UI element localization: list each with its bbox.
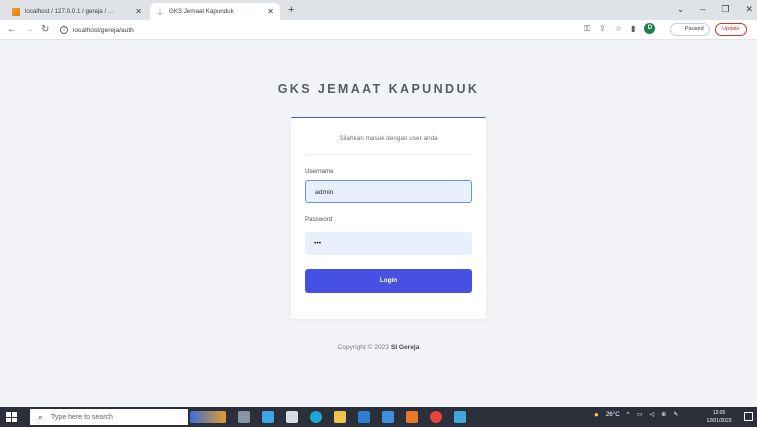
login-card: Silahkan masuk dengan user anda Username… — [291, 117, 486, 319]
forward-arrow-icon[interactable]: → — [24, 22, 34, 38]
chevron-down-icon[interactable]: ⌄ — [677, 2, 685, 16]
tab-gks-jemaat[interactable]: ⍊ GKS Jemaat Kapunduk ✕ — [150, 3, 280, 20]
network-icon[interactable]: ⊕ — [661, 411, 666, 418]
star-icon[interactable]: ☆ — [615, 24, 622, 33]
address-bar[interactable]: i localhost/gereja/auth — [60, 22, 620, 38]
key-icon[interactable]: ⚿ — [584, 24, 590, 34]
restore-icon[interactable]: ❐ — [721, 2, 729, 16]
volume-icon[interactable]: ◁ — [649, 411, 654, 418]
chevron-up-icon[interactable]: ^ — [627, 411, 630, 418]
search-placeholder: Type here to search — [51, 413, 113, 421]
task-view-icon[interactable] — [238, 411, 250, 423]
search-icon: ⌕ — [38, 411, 44, 422]
tab-phpmyadmin[interactable]: localhost / 127.0.0.1 / gereja / ... ✕ — [6, 3, 148, 20]
divider — [305, 154, 472, 155]
app-icon[interactable] — [406, 411, 418, 423]
edge-icon[interactable] — [310, 411, 322, 423]
url-text: localhost/gereja/auth — [73, 26, 134, 34]
file-explorer-icon[interactable] — [334, 411, 346, 423]
close-window-icon[interactable]: ✕ — [745, 2, 753, 16]
reload-icon[interactable]: ↻ — [41, 22, 49, 38]
new-tab-button[interactable]: + — [288, 3, 294, 17]
password-input[interactable]: ••• — [305, 232, 472, 255]
weather-text: 26°C — [605, 411, 620, 418]
update-button[interactable]: Update — [715, 23, 747, 36]
clock-date: 12/01/2023 — [706, 418, 732, 424]
toolbar-icons: ⚿ ⇪ ☆ ▮ D — [584, 23, 656, 34]
browser-toolbar: ← → ↻ i localhost/gereja/auth ⚿ ⇪ ☆ ▮ D … — [0, 20, 757, 40]
window-controls: ⌄ – ❐ ✕ — [677, 2, 753, 16]
app-icon[interactable] — [358, 411, 370, 423]
taskbar-apps — [190, 410, 478, 424]
weather-icon: ● — [594, 410, 599, 419]
login-button[interactable]: Login — [305, 269, 472, 293]
page-title: GKS JEMAAT KAPUNDUK — [277, 82, 480, 96]
chrome-icon[interactable] — [430, 411, 442, 423]
store-icon[interactable] — [262, 411, 274, 423]
username-input[interactable]: admin — [305, 180, 472, 203]
xampp-icon — [12, 7, 20, 16]
close-icon[interactable]: ✕ — [135, 7, 142, 16]
app-icon[interactable] — [286, 411, 298, 423]
back-arrow-icon[interactable]: ← — [7, 22, 17, 38]
weather-widget-icon[interactable] — [190, 411, 226, 423]
minimize-icon[interactable]: – — [700, 2, 705, 16]
clock[interactable]: 12:05 12/01/2023 — [700, 409, 738, 425]
close-icon[interactable]: ✕ — [267, 7, 274, 16]
copyright-text: Copyright © 2023 — [337, 344, 389, 351]
app-icon[interactable] — [454, 411, 466, 423]
battery-icon[interactable]: ▭ — [637, 411, 643, 418]
vscode-icon[interactable] — [382, 411, 394, 423]
paused-button[interactable]: Paused — [670, 23, 710, 36]
password-label: Password — [305, 216, 333, 223]
copyright-brand: SI Gereja — [390, 344, 420, 351]
windows-start-icon[interactable] — [6, 412, 17, 422]
username-label: Username — [305, 168, 334, 175]
system-tray: ● 26°C ^ ▭ ◁ ⊕ ✎ — [594, 410, 686, 419]
login-subtitle: Silahkan masuk dengan user anda — [339, 135, 438, 142]
profile-avatar[interactable]: D — [644, 23, 656, 34]
taskbar-search[interactable]: ⌕ Type here to search — [30, 409, 188, 425]
tab-title: localhost / 127.0.0.1 / gereja / ... — [25, 8, 114, 15]
notification-icon[interactable] — [744, 412, 753, 421]
page-icon: ⍊ — [157, 6, 163, 16]
taskbar: ⌕ Type here to search ● 26°C ^ ▭ ◁ ⊕ ✎ 1… — [0, 407, 757, 427]
copyright-footer: Copyright © 2023 SI Gereja — [0, 344, 757, 351]
pen-icon[interactable]: ✎ — [673, 411, 678, 418]
share-icon[interactable]: ⇪ — [599, 24, 606, 33]
sidepanel-icon[interactable]: ▮ — [631, 24, 635, 33]
browser-tab-bar: localhost / 127.0.0.1 / gereja / ... ✕ ⍊… — [0, 0, 757, 20]
clock-time: 12:05 — [712, 410, 726, 416]
info-icon[interactable]: i — [60, 26, 68, 34]
tab-title: GKS Jemaat Kapunduk — [169, 8, 234, 15]
